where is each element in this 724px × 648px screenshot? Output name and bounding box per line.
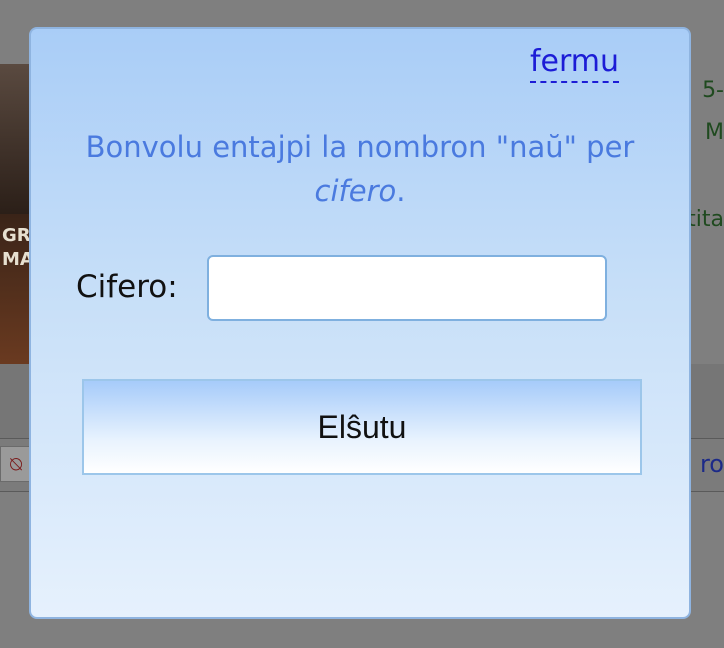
background-text-3: tita: [687, 207, 724, 232]
background-text-2: M: [705, 120, 724, 145]
poster-text-line-1: GRA: [2, 225, 30, 246]
poster-text: GRA MA: [2, 224, 30, 272]
captcha-dialog: fermu Bonvolu entajpi la nombron "naŭ" p…: [29, 27, 691, 619]
prompt-end: .: [396, 174, 406, 208]
download-button[interactable]: Elŝutu: [82, 379, 642, 475]
poster-top: [0, 64, 30, 214]
prompt-line-1: Bonvolu entajpi la nombron "naŭ" per: [85, 130, 635, 164]
background-poster-image: GRA MA: [0, 64, 30, 364]
digit-input[interactable]: [207, 255, 607, 321]
prompt-line-2: cifero.: [31, 169, 689, 213]
poster-text-line-2: MA: [2, 249, 30, 270]
close-link[interactable]: fermu: [529, 45, 619, 83]
dialog-prompt: Bonvolu entajpi la nombron "naŭ" per cif…: [31, 125, 689, 213]
pdf-icon: ⍉: [0, 446, 32, 482]
background-text-1: 5-: [702, 78, 724, 103]
digit-field-label: Cifero:: [76, 269, 178, 305]
background-row-text: ro: [699, 450, 724, 478]
prompt-emphasis: cifero: [314, 174, 397, 208]
